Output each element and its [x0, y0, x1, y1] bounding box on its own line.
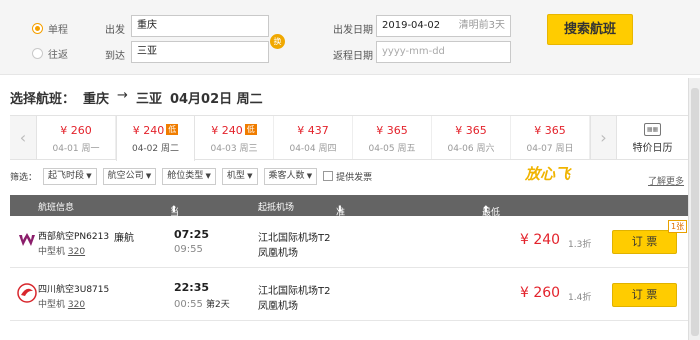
seats-left-badge: 1张	[668, 220, 688, 233]
depart-date-hint: 清明前3天	[458, 20, 505, 31]
invoice-checkbox[interactable]: 提供发票	[323, 170, 372, 183]
lowest-price: ¥ 240	[520, 232, 561, 248]
radio-dot-icon	[32, 23, 43, 34]
to-label: 到达	[105, 51, 125, 62]
caret-down-icon: ▼	[244, 171, 253, 180]
date-tab[interactable]: ¥ 260 04-01 周一	[37, 116, 116, 159]
caret-down-icon: ▼	[203, 171, 211, 180]
table-row: 西部航空PN6213 中型机 320 廉航 07:25 09:55 江北国际机场…	[10, 216, 688, 268]
filter-bar: 筛选： 起飞时段 ▼ 航空公司 ▼ 舱位类型 ▼ 机型 ▼ 乘客人数 ▼ 提供发…	[10, 167, 688, 185]
table-row: 四川航空3U8715 中型机 320 22:35 00:55 第2天 江北国际机…	[10, 269, 688, 321]
date-strip: ‹ ¥ 260 04-01 周一 ¥ 240 低 04-02 周二 ¥ 240 低 …	[10, 115, 688, 161]
depart-date-input[interactable]: 2019-04-02 清明前3天	[376, 15, 511, 37]
arrival-time: 09:55	[174, 244, 203, 255]
results-table-header: 航班信息 当地起降时间 ⬆ 起抵机场 准点率 ⬇ 最低价格（不含税费） ⬆	[10, 195, 688, 283]
return-date-label: 返程日期	[333, 51, 373, 62]
calendar-icon: ▦▦	[644, 123, 661, 136]
filter-aircraft[interactable]: 机型 ▼	[221, 167, 258, 185]
from-label: 出发	[105, 25, 125, 36]
next-day-label: 第2天	[206, 300, 230, 310]
west-air-logo-icon	[19, 233, 35, 246]
departure-airport: 江北国际机场T2	[258, 286, 331, 297]
swap-cities-icon[interactable]: 换	[270, 34, 285, 49]
lowest-price-badge: 低	[166, 124, 179, 135]
caret-down-icon: ▼	[143, 171, 152, 180]
low-cost-label: 廉航	[114, 233, 134, 244]
arrival-airport: 凤凰机场	[258, 248, 298, 259]
date-tab[interactable]: ¥ 240 低 04-03 周三	[195, 116, 274, 159]
aircraft-type[interactable]: 中型机 320	[38, 244, 85, 257]
filter-airline[interactable]: 航空公司 ▼	[102, 167, 157, 185]
date-tab[interactable]: ¥ 365 04-06 周六	[432, 116, 511, 159]
filter-passengers[interactable]: 乘客人数 ▼	[263, 167, 318, 185]
sort-icon: ⬆	[170, 205, 178, 215]
departure-time: 22:35	[174, 281, 210, 294]
caret-down-icon: ▼	[84, 171, 92, 180]
airline-flight-number[interactable]: 西部航空PN6213	[38, 229, 109, 242]
discount-rate: 1.3折	[568, 240, 592, 250]
checkbox-icon	[323, 171, 334, 181]
sichuan-airlines-logo-icon	[17, 283, 37, 303]
airline-flight-number[interactable]: 四川航空3U8715	[38, 282, 109, 295]
col-airport: 起抵机场	[258, 203, 295, 213]
caret-down-icon: ▼	[304, 171, 313, 180]
filter-cabin-class[interactable]: 舱位类型 ▼	[162, 167, 216, 185]
return-date-input[interactable]: yyyy-mm-dd	[376, 41, 511, 63]
book-ticket-button[interactable]: 订 票	[612, 283, 677, 307]
discount-rate: 1.4折	[568, 293, 592, 303]
col-flight-info: 航班信息	[38, 203, 75, 213]
arrival-airport: 凤凰机场	[258, 301, 298, 312]
radio-dot-icon	[32, 48, 43, 59]
to-input[interactable]: 三亚	[131, 41, 269, 63]
arrival-time: 00:55 第2天	[174, 299, 230, 310]
depart-date-label: 出发日期	[333, 25, 373, 36]
departure-time: 07:25	[174, 228, 210, 241]
lowest-price: ¥ 260	[520, 285, 561, 301]
prev-week-button[interactable]: ‹	[10, 116, 37, 159]
scrollbar-thumb[interactable]	[691, 88, 699, 336]
date-tab[interactable]: ¥ 365 04-07 周日	[511, 116, 590, 159]
search-panel: 单程 往返 出发 重庆 到达 三亚 换 出发日期 2019-04-02 清明前3…	[0, 0, 700, 75]
aircraft-type[interactable]: 中型机 320	[38, 297, 85, 310]
sort-icon: ⬇	[336, 205, 344, 215]
trip-type-oneway[interactable]: 单程	[32, 21, 68, 36]
fare-calendar-button[interactable]: ▦▦ 特价日历	[617, 116, 688, 159]
trip-type-roundtrip[interactable]: 往返	[32, 46, 68, 61]
lowest-price-badge: 低	[244, 124, 257, 135]
sort-icon: ⬆	[482, 205, 490, 215]
date-tab-selected[interactable]: ¥ 240 低 04-02 周二	[116, 115, 195, 161]
next-week-button[interactable]: ›	[590, 116, 617, 159]
page-title: 选择航班： 重庆 → 三亚 04月02日 周二	[10, 88, 263, 107]
search-flights-button[interactable]: 搜索航班	[547, 14, 633, 45]
promo-logo: 放心飞	[525, 165, 571, 183]
scrollbar[interactable]	[688, 78, 700, 340]
learn-more-link[interactable]: 了解更多	[648, 174, 684, 187]
departure-airport: 江北国际机场T2	[258, 233, 331, 244]
filter-departure-time[interactable]: 起飞时段 ▼	[43, 167, 97, 185]
route-arrow-icon: →	[117, 88, 128, 103]
from-input[interactable]: 重庆	[131, 15, 269, 37]
date-tab[interactable]: ¥ 365 04-05 周五	[353, 116, 432, 159]
book-ticket-button[interactable]: 订 票	[612, 230, 677, 254]
table-row	[10, 322, 688, 340]
date-tab[interactable]: ¥ 437 04-04 周四	[274, 116, 353, 159]
